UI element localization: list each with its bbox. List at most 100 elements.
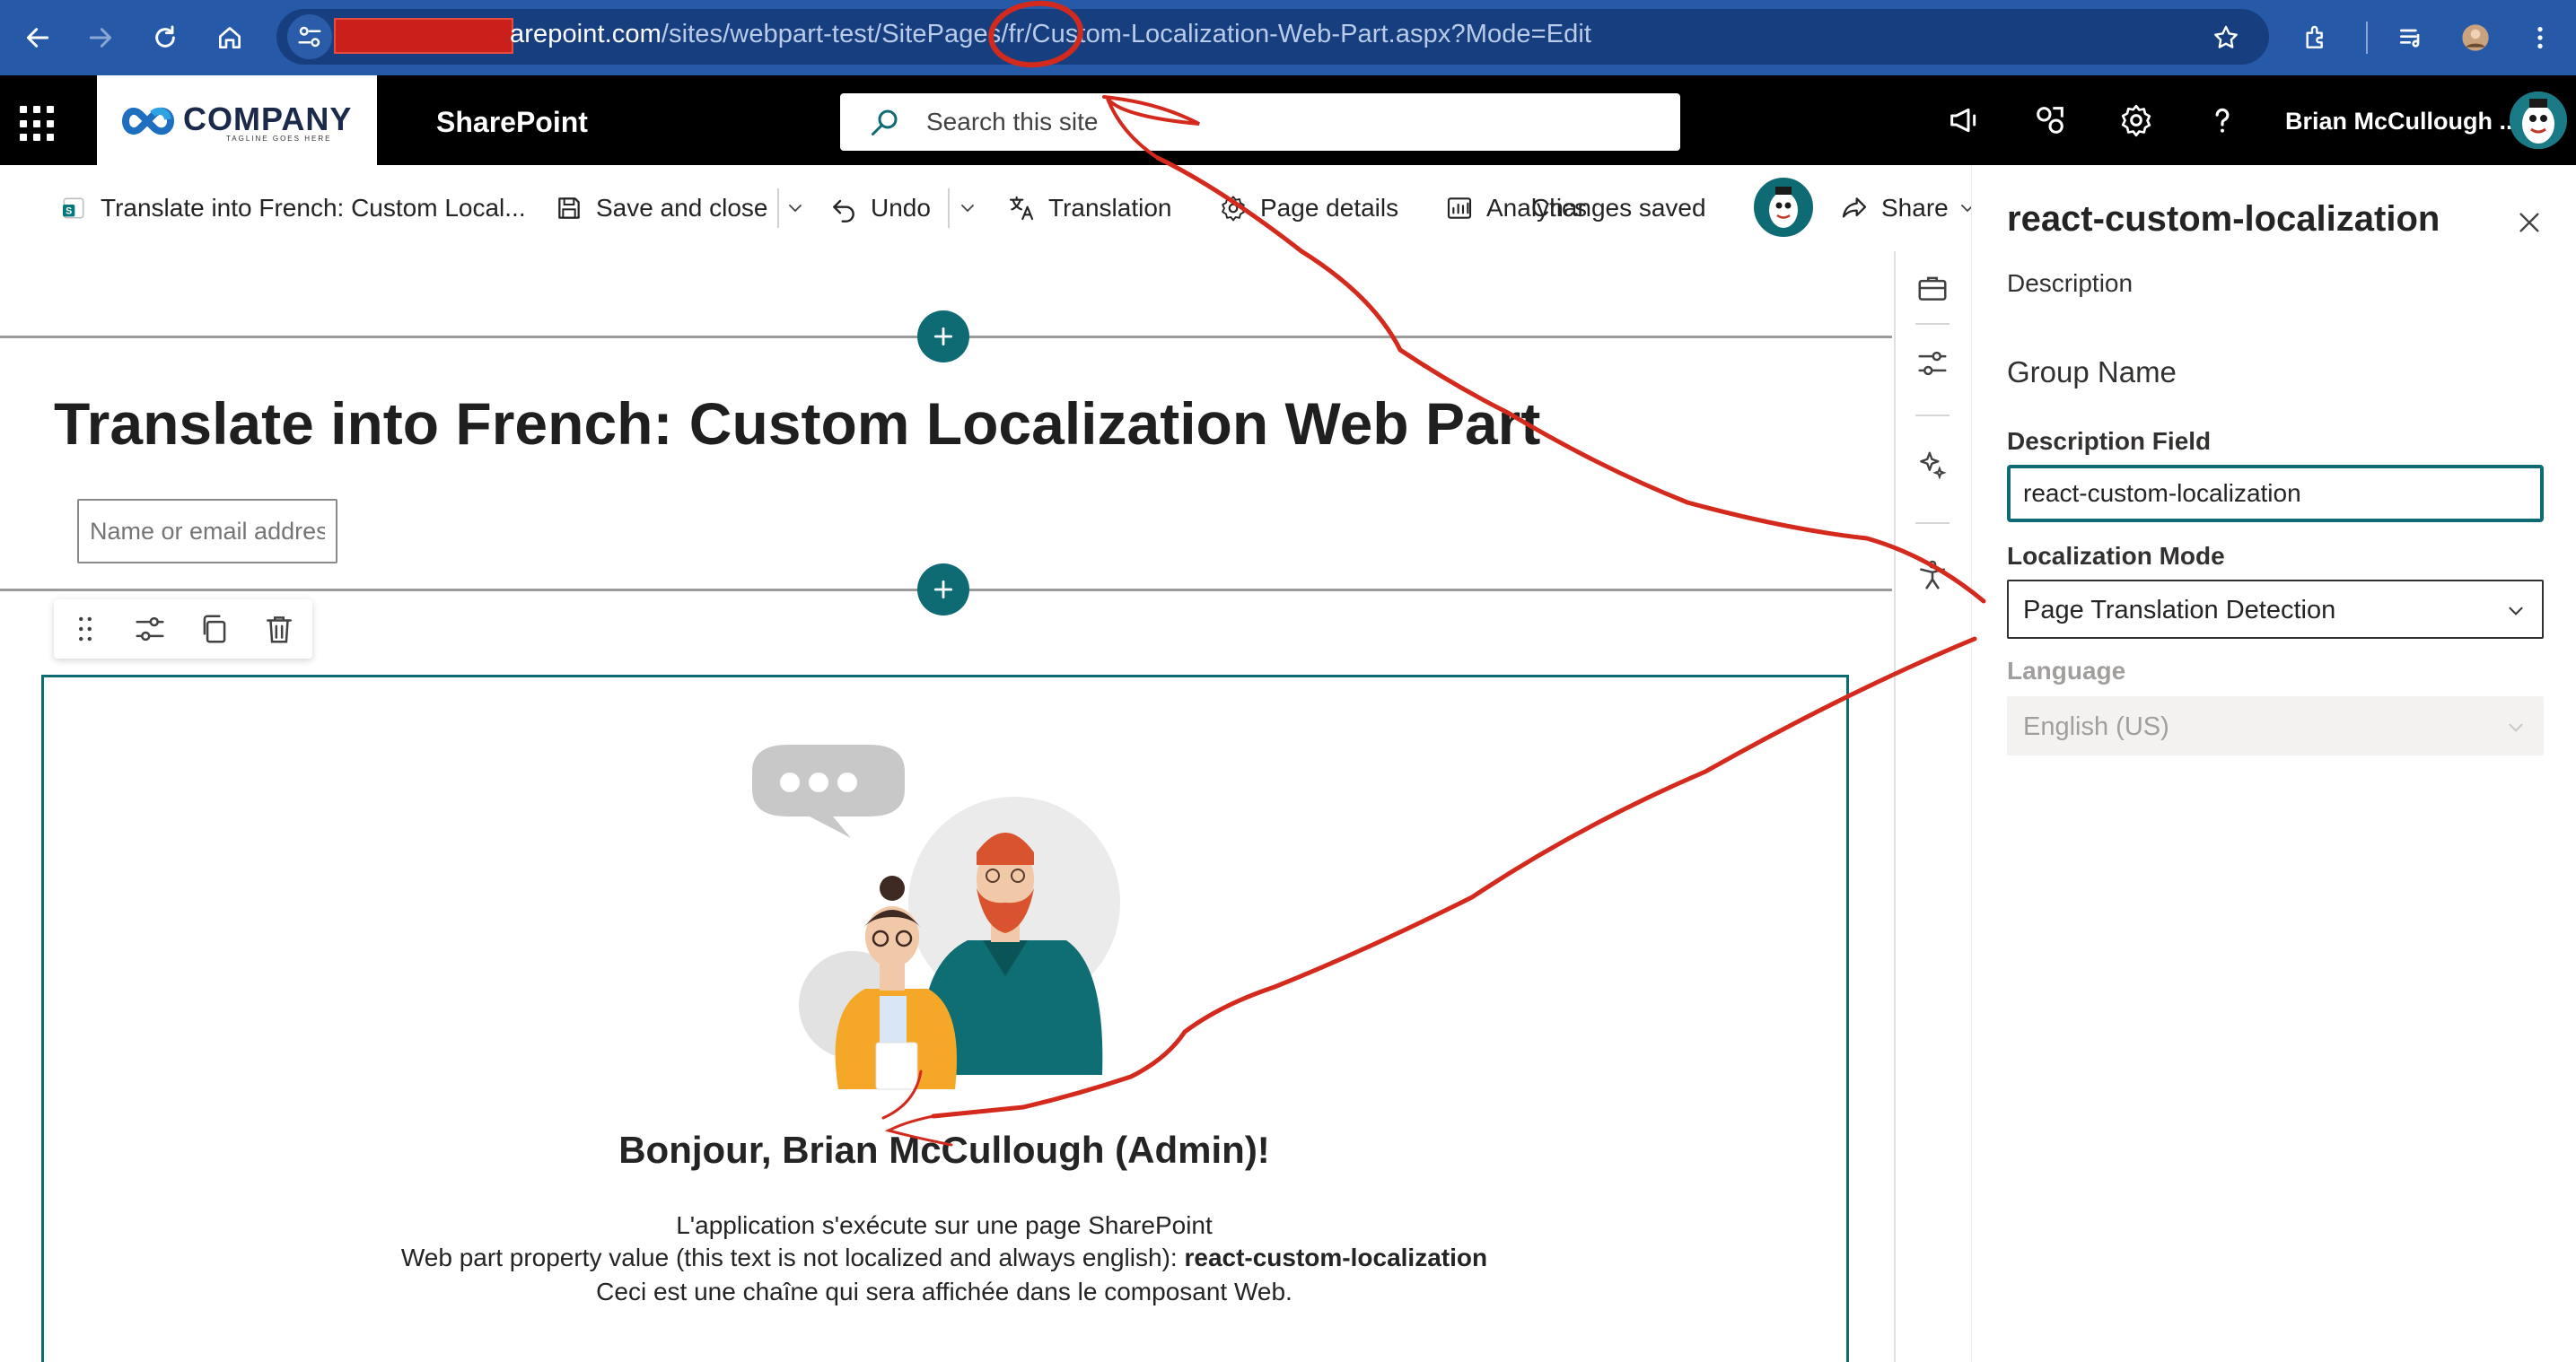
waffle-icon[interactable] [20,106,56,142]
save-icon [558,197,580,219]
logo-tagline: TAGLINE GOES HERE [226,135,332,143]
extensions-icon [2306,25,2323,48]
language-label: Language [2007,657,2126,685]
info-line-1: L'application s'exécute sur une page Sha… [676,1211,1213,1239]
reload-icon [155,25,175,48]
add-webpart-button[interactable] [917,563,969,616]
close-icon[interactable] [2515,208,2544,237]
translation-icon [1009,196,1034,221]
back-icon [26,28,49,48]
back-button[interactable] [16,16,59,59]
star-icon [2214,25,2238,48]
chevron-down-icon [2509,723,2523,732]
svg-text:S: S [66,206,72,217]
sliders-icon[interactable] [1915,346,1950,380]
save-and-close-button[interactable]: Save and close [555,192,767,224]
localization-mode-label: Localization Mode [2007,542,2225,570]
undo-button[interactable]: Undo [829,192,931,224]
site-info-button[interactable] [287,14,332,59]
extensions-button[interactable] [2294,16,2337,59]
bookmark-button[interactable] [2204,16,2247,59]
language-dropdown[interactable]: English (US) [2007,696,2544,755]
profile-icon [2462,24,2489,51]
description-field-input[interactable] [2007,465,2544,522]
share-button[interactable]: Share [1840,192,1949,224]
chevron-down-icon[interactable] [786,199,804,217]
search-placeholder[interactable]: Search this site [926,108,1098,136]
page-details-icon [1222,196,1245,222]
info-line-2: Web part property value (this text is no… [400,1244,1488,1271]
user-name[interactable]: Brian McCullough ... [2285,108,2519,135]
localization-mode-dropdown[interactable]: Page Translation Detection [2007,580,2544,639]
design-ideas-icon[interactable] [1915,449,1950,483]
page-tab[interactable]: S Translate into French: Custom Local... [59,192,526,224]
accessibility-icon[interactable] [1915,558,1950,592]
page-details-button[interactable]: Page details [1219,192,1398,224]
rail-divider [1915,323,1950,325]
share-icon [1842,197,1867,218]
rail-divider [1915,522,1950,524]
welcome-illustration [752,745,1120,1090]
logo-infinity-icon [121,107,175,135]
sharepoint-page-icon: S [63,197,84,219]
copilot-button[interactable] [1754,178,1813,237]
gear-icon[interactable] [2118,102,2154,138]
plus-icon [933,327,953,346]
toolbox-icon[interactable] [1915,271,1950,305]
avatar[interactable] [2510,92,2567,149]
search-icon [872,109,898,135]
description-field-label: Description Field [2007,427,2212,455]
media-button[interactable] [2389,16,2432,59]
translation-button[interactable]: Translation [1007,192,1171,224]
save-status: Changes saved [1531,192,1706,224]
megaphone-icon[interactable] [1946,102,1982,138]
copilot-icon [1757,181,1809,233]
site-info-icon [298,26,321,48]
forward-button[interactable] [79,16,122,59]
toolbox-rail [1894,251,1971,1362]
property-pane-title: react-custom-localization [2007,199,2440,239]
greeting: Bonjour, Brian McCullough (Admin)! [618,1129,1270,1171]
forward-icon [89,28,112,48]
divider [777,188,779,228]
people-picker-input[interactable] [77,499,337,563]
reload-button[interactable] [144,16,187,59]
page-details-label: Page details [1260,194,1399,222]
redacted-domain [334,18,513,54]
avatar-image [2510,92,2567,149]
page-title[interactable]: Translate into French: Custom Localizati… [54,389,1540,458]
localization-mode-value: Page Translation Detection [2023,596,2336,624]
app-name[interactable]: SharePoint [436,106,588,139]
more-icon [2537,27,2543,48]
toolbar-divider [2366,22,2368,54]
help-icon[interactable] [2204,102,2240,138]
delete-icon[interactable] [262,612,296,646]
page-tab-label: Translate into French: Custom Local... [101,194,526,222]
property-value: react-custom-localization [1184,1244,1488,1271]
chevron-down-icon[interactable] [959,199,977,217]
edit-properties-icon[interactable] [133,612,167,646]
duplicate-icon[interactable] [197,612,232,646]
language-value: English (US) [2023,712,2169,741]
logo-text: COMPANY [183,100,353,137]
analytics-icon [1447,197,1472,219]
drag-icon[interactable] [68,612,102,646]
plus-icon [933,580,953,599]
translation-label: Translation [1048,194,1172,222]
property-pane-description: Description [2007,269,2134,297]
divider [948,188,950,228]
profile-button[interactable] [2454,16,2497,59]
save-and-close-label: Save and close [596,194,768,222]
url-text[interactable]: arepoint.com/sites/webpart-test/SitePage… [510,20,1591,49]
info-line-3: Ceci est une chaîne qui sera affichée da… [596,1278,1292,1305]
browser-menu-button[interactable] [2519,16,2562,59]
undo-icon [833,199,854,223]
rail-divider [1915,415,1950,416]
save-status-label: Changes saved [1531,194,1706,222]
connections-icon[interactable] [2032,102,2068,138]
undo-label: Undo [871,194,931,222]
share-label: Share [1881,194,1949,222]
group-name-heading: Group Name [2007,355,2177,389]
add-section-button[interactable] [917,310,969,362]
home-button[interactable] [208,16,251,59]
